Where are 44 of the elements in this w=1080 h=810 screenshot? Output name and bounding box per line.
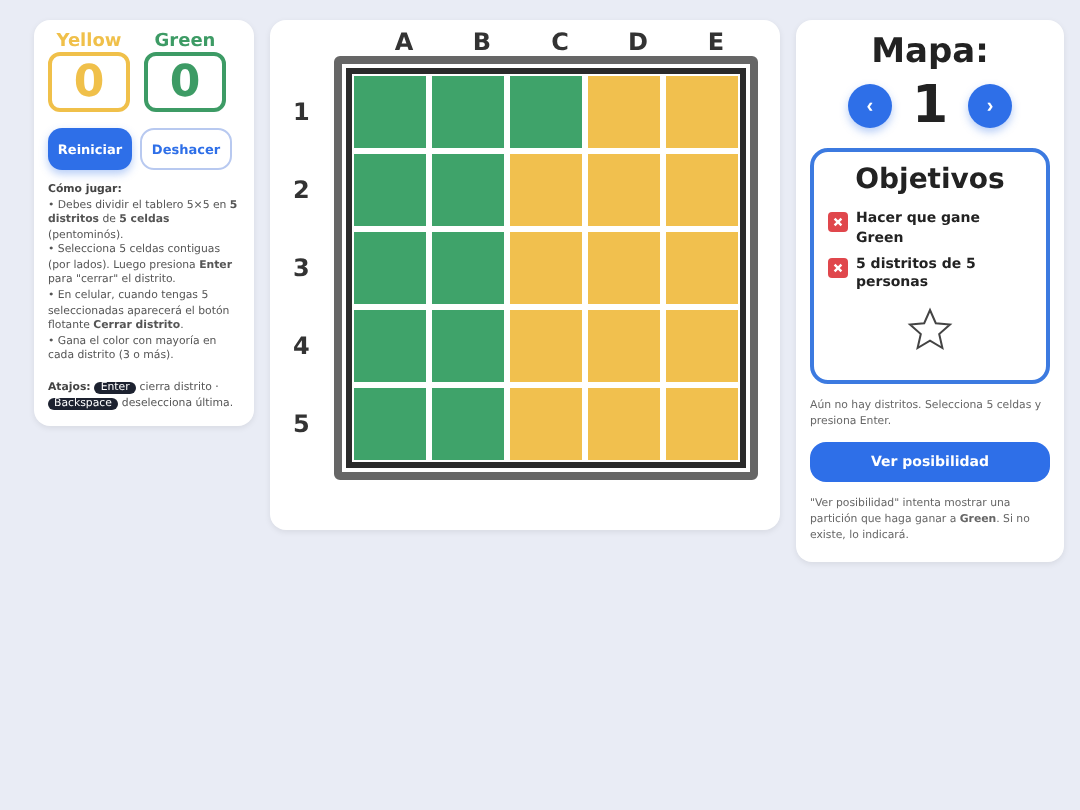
board-cell[interactable] — [665, 388, 737, 460]
row-label: 4 — [293, 329, 312, 363]
score-counter: 0 — [48, 52, 130, 112]
board-cell[interactable] — [353, 388, 425, 460]
board-cell[interactable] — [431, 232, 503, 304]
board-cell[interactable] — [509, 232, 581, 304]
board-cell[interactable] — [431, 154, 503, 226]
board-cell[interactable] — [431, 76, 503, 148]
objectives-title: Objetivos — [853, 164, 1007, 196]
board-cell[interactable] — [509, 76, 581, 148]
next-map-button[interactable]: › — [968, 84, 1013, 128]
board-cell[interactable] — [665, 76, 737, 148]
board-cell[interactable] — [431, 388, 503, 460]
board-cell[interactable] — [665, 232, 737, 304]
column-label: B — [470, 28, 494, 56]
board-cell[interactable] — [587, 76, 659, 148]
board-cell[interactable] — [509, 310, 581, 382]
column-label: D — [626, 28, 650, 56]
board-cell[interactable] — [353, 154, 425, 226]
board-cell[interactable] — [587, 154, 659, 226]
board-cell[interactable] — [509, 154, 581, 226]
previous-map-button[interactable]: ‹ — [847, 84, 892, 128]
board-cell[interactable] — [665, 154, 737, 226]
board-cell[interactable] — [665, 310, 737, 382]
map-title: Mapa: — [871, 32, 989, 72]
column-label: A — [392, 28, 416, 56]
board-cell[interactable] — [509, 388, 581, 460]
row-label: 1 — [293, 95, 312, 129]
column-label: C — [549, 28, 571, 56]
board-cell[interactable] — [353, 232, 425, 304]
column-label: E — [705, 28, 727, 56]
row-label: 3 — [293, 251, 312, 285]
board-cell[interactable] — [587, 388, 659, 460]
team-label: Green — [154, 32, 216, 52]
board-cell[interactable] — [353, 310, 425, 382]
row-label: 5 — [293, 407, 312, 441]
board-cell[interactable] — [431, 310, 503, 382]
row-label: 2 — [293, 173, 312, 207]
board-cell[interactable] — [587, 310, 659, 382]
score-counter: 0 — [144, 52, 226, 112]
map-number: 1 — [911, 76, 949, 136]
team-label: Yellow — [56, 32, 122, 52]
board-cell[interactable] — [587, 232, 659, 304]
board-cell[interactable] — [353, 76, 425, 148]
